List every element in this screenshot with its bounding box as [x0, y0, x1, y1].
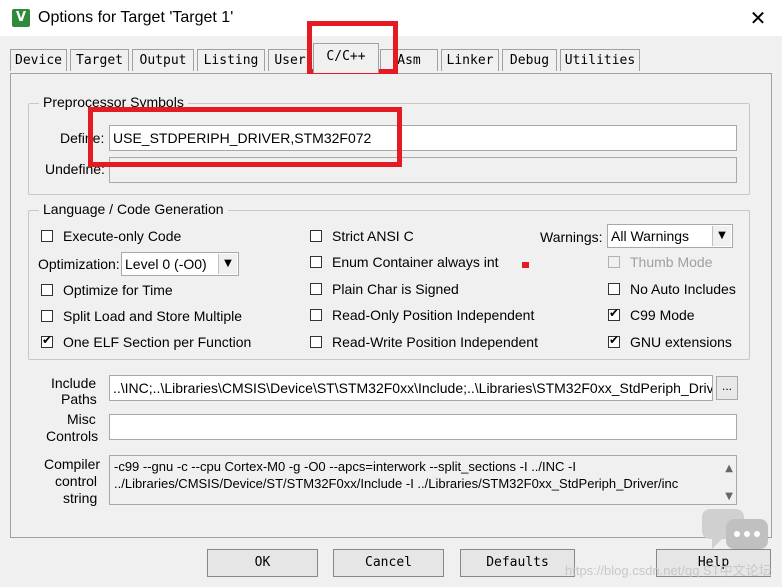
checkbox-box[interactable] — [41, 230, 53, 242]
enum-container-checkbox[interactable]: Enum Container always int — [310, 254, 499, 270]
undefine-input[interactable] — [109, 157, 737, 183]
tab-target[interactable]: Target — [70, 49, 129, 71]
strict-ansi-label: Strict ANSI C — [332, 228, 414, 244]
tab-linker[interactable]: Linker — [441, 49, 499, 71]
define-label: Define: — [60, 130, 105, 146]
misc-label-line1: Misc — [67, 411, 96, 427]
scroll-up-icon[interactable]: ▲ — [725, 460, 733, 477]
misc-controls-input[interactable] — [109, 414, 737, 440]
checkbox-box[interactable] — [310, 309, 322, 321]
checkbox-box[interactable] — [608, 283, 620, 295]
checkbox-box — [608, 256, 620, 268]
defaults-button[interactable]: Defaults — [460, 549, 575, 577]
include-paths-input[interactable]: ..\INC;..\Libraries\CMSIS\Device\ST\STM3… — [109, 375, 713, 401]
include-paths-browse-button[interactable]: ... — [716, 376, 738, 400]
define-input[interactable]: USE_STDPERIPH_DRIVER,STM32F072 — [109, 125, 737, 151]
execute-only-label: Execute-only Code — [63, 228, 182, 244]
chevron-down-icon[interactable]: ▼ — [712, 226, 731, 246]
chevron-down-icon[interactable]: ▼ — [218, 254, 237, 274]
include-label-line2: Paths — [61, 391, 97, 407]
ro-pi-checkbox[interactable]: Read-Only Position Independent — [310, 307, 534, 323]
compiler-label-line2: control — [55, 473, 98, 489]
split-load-store-checkbox[interactable]: Split Load and Store Multiple — [41, 308, 242, 324]
strict-ansi-checkbox[interactable]: Strict ANSI C — [310, 228, 414, 244]
tab-listing[interactable]: Listing — [197, 49, 265, 71]
checkbox-box[interactable] — [310, 283, 322, 295]
warnings-select[interactable]: All Warnings ▼ — [607, 224, 733, 248]
optimize-time-checkbox[interactable]: Optimize for Time — [41, 282, 173, 298]
enum-container-label: Enum Container always int — [332, 254, 499, 270]
tab-c-cpp[interactable]: C/C++ — [313, 43, 379, 73]
tab-debug[interactable]: Debug — [502, 49, 557, 71]
tab-asm[interactable]: Asm — [380, 49, 438, 71]
checkbox-box[interactable] — [310, 256, 322, 268]
c99-mode-label: C99 Mode — [630, 307, 695, 323]
one-elf-section-label: One ELF Section per Function — [63, 334, 252, 350]
codegen-group-title: Language / Code Generation — [39, 201, 228, 217]
warnings-label: Warnings: — [540, 229, 603, 245]
plain-char-checkbox[interactable]: Plain Char is Signed — [310, 281, 459, 297]
no-auto-includes-label: No Auto Includes — [630, 281, 736, 297]
tab-utilities[interactable]: Utilities — [560, 49, 640, 71]
checkbox-box-checked[interactable] — [608, 333, 620, 348]
optimize-time-label: Optimize for Time — [63, 282, 173, 298]
tab-strip: Device Target Output Listing User C/C++ … — [10, 43, 775, 73]
rw-pi-label: Read-Write Position Independent — [332, 334, 538, 350]
tab-device[interactable]: Device — [10, 49, 67, 71]
optimization-value: Level 0 (-O0) — [125, 256, 207, 272]
compiler-string-line1: -c99 --gnu -c --cpu Cortex-M0 -g -O0 --a… — [114, 459, 576, 474]
checkbox-box[interactable] — [41, 310, 53, 322]
optimization-label: Optimization: — [38, 256, 120, 272]
split-load-store-label: Split Load and Store Multiple — [63, 308, 242, 324]
checkbox-box-checked[interactable] — [608, 306, 620, 321]
scroll-down-icon[interactable]: ▼ — [725, 488, 733, 504]
window-title: Options for Target 'Target 1' — [38, 9, 234, 26]
gnu-extensions-checkbox[interactable]: GNU extensions — [608, 333, 732, 350]
optimization-select[interactable]: Level 0 (-O0) ▼ — [121, 252, 239, 276]
checkbox-box[interactable] — [41, 284, 53, 296]
checkbox-box-checked[interactable] — [41, 333, 53, 348]
include-label-line1: Include — [51, 375, 97, 391]
close-icon[interactable]: ✕ — [744, 4, 772, 32]
warnings-value: All Warnings — [611, 228, 690, 244]
compiler-control-string: -c99 --gnu -c --cpu Cortex-M0 -g -O0 --a… — [109, 455, 737, 505]
compiler-string-line2: ../Libraries/CMSIS/Device/ST/STM32F0xx/I… — [114, 476, 679, 491]
one-elf-section-checkbox[interactable]: One ELF Section per Function — [41, 333, 252, 350]
title-bar: V Options for Target 'Target 1' ✕ — [0, 0, 782, 36]
preprocessor-group-title: Preprocessor Symbols — [39, 94, 188, 110]
undefine-label: Undefine: — [45, 161, 105, 177]
plain-char-label: Plain Char is Signed — [332, 281, 459, 297]
rw-pi-checkbox[interactable]: Read-Write Position Independent — [310, 334, 538, 350]
no-auto-includes-checkbox[interactable]: No Auto Includes — [608, 281, 736, 297]
ro-pi-label: Read-Only Position Independent — [332, 307, 535, 323]
ok-button[interactable]: OK — [207, 549, 318, 577]
checkbox-box[interactable] — [310, 336, 322, 348]
misc-label-line2: Controls — [46, 428, 99, 444]
tab-output[interactable]: Output — [132, 49, 194, 71]
cancel-button[interactable]: Cancel — [333, 549, 444, 577]
checkbox-box[interactable] — [310, 230, 322, 242]
c99-mode-checkbox[interactable]: C99 Mode — [608, 306, 695, 323]
red-marker-dot — [522, 262, 529, 268]
watermark-text: https://blog.csdn.net/qq ST中文论坛 — [565, 563, 772, 578]
compiler-label-line1: Compiler — [44, 456, 101, 472]
chat-bubble-icon — [702, 509, 768, 549]
thumb-mode-checkbox: Thumb Mode — [608, 254, 712, 270]
gnu-extensions-label: GNU extensions — [630, 334, 732, 350]
keil-app-icon: V — [12, 9, 30, 27]
thumb-mode-label: Thumb Mode — [630, 254, 713, 270]
tab-user[interactable]: User — [268, 49, 312, 71]
compiler-label-line3: string — [63, 490, 98, 506]
execute-only-checkbox[interactable]: Execute-only Code — [41, 228, 181, 244]
